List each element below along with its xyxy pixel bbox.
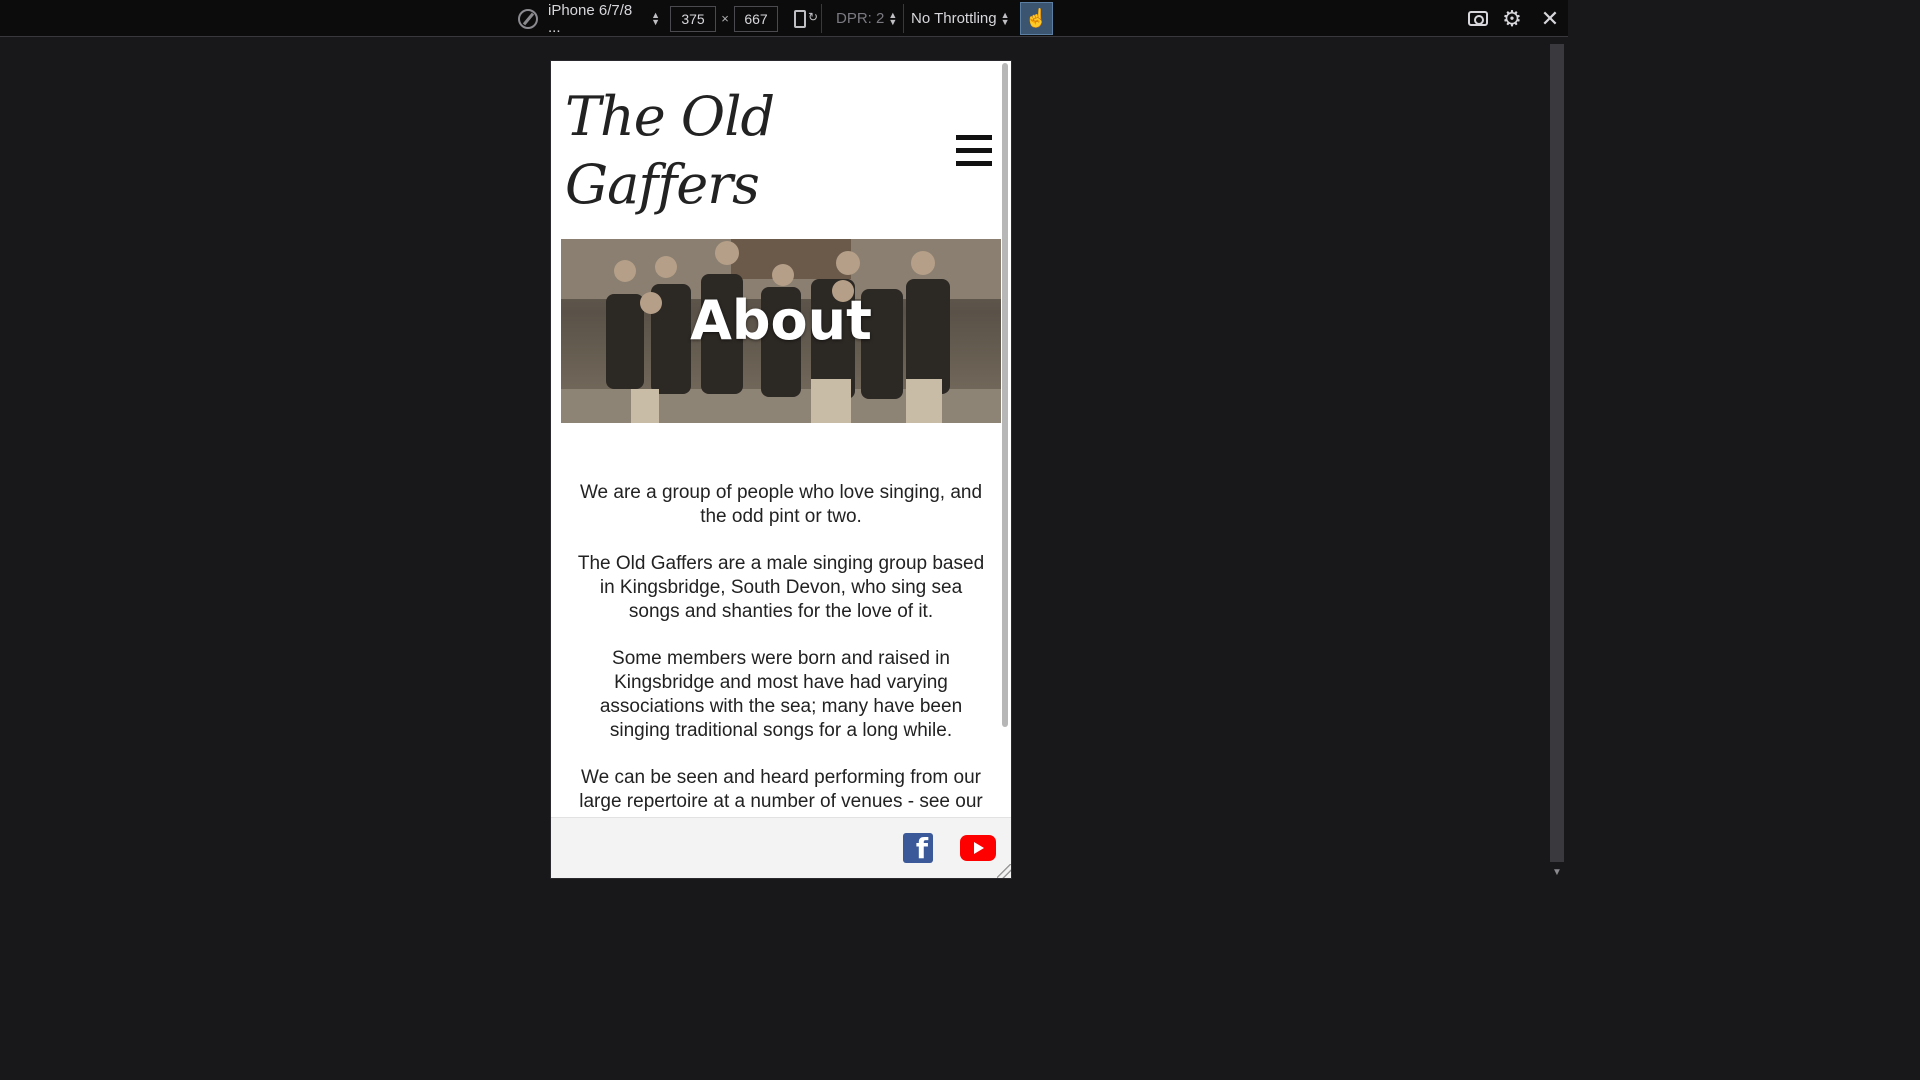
gear-icon[interactable]: ⚙ [1500, 0, 1524, 37]
outer-scrollbar[interactable]: ▼ [1548, 38, 1568, 882]
site-title-line1: The Old [565, 85, 775, 148]
device-select[interactable]: iPhone 6/7/8 ... ▲ ▼ [548, 0, 660, 37]
viewport-scrollbar[interactable] [1001, 63, 1009, 727]
close-icon[interactable]: ✕ [1538, 0, 1562, 37]
rotate-icon[interactable] [788, 0, 818, 37]
compass-icon[interactable] [518, 0, 538, 37]
site-logo-title[interactable]: The Old Gaffers [565, 83, 885, 219]
chevron-updown-icon: ▲ ▼ [1000, 9, 1010, 27]
chevron-down-icon[interactable]: ▼ [1552, 867, 1562, 878]
about-content: We are a group of people who love singin… [573, 481, 989, 837]
about-paragraph: Some members were born and raised in Kin… [599, 648, 963, 741]
youtube-icon[interactable] [960, 835, 996, 861]
viewport-scrollbar-thumb[interactable] [1002, 63, 1008, 727]
toolbar-divider [821, 4, 822, 33]
site-title-line2: Gaffers [565, 153, 760, 216]
about-paragraph: The Old Gaffers are a male singing group… [577, 553, 985, 622]
dpr-select[interactable]: DPR: 2 ▲ ▼ [836, 0, 900, 37]
width-input[interactable]: 375 [670, 6, 716, 32]
device-label: iPhone 6/7/8 ... [548, 1, 633, 36]
device-viewport: The Old Gaffers About We are a group of … [550, 60, 1012, 879]
site-footer: f [551, 817, 1011, 878]
chevron-updown-icon: ▲ ▼ [888, 9, 898, 27]
resize-handle[interactable] [997, 864, 1011, 878]
screenshot-icon[interactable] [1466, 0, 1490, 37]
devtools-toolbar: iPhone 6/7/8 ... ▲▼ 375 × 667 DPR: 2 ▲▼ … [0, 0, 1568, 37]
outer-scrollbar-thumb[interactable] [1550, 44, 1564, 862]
hero-title: About [690, 289, 872, 352]
chevron-updown-icon: ▲ ▼ [651, 9, 660, 27]
touch-simulation-button[interactable]: ☝ [1020, 2, 1053, 35]
times-separator: × [721, 11, 729, 26]
toolbar-divider [903, 4, 904, 33]
dpr-label: DPR: 2 [836, 10, 885, 27]
hamburger-menu-icon[interactable] [956, 135, 992, 167]
height-input[interactable]: 667 [734, 6, 778, 32]
throttling-select[interactable]: No Throttling ▲ ▼ [911, 0, 1015, 37]
facebook-icon[interactable]: f [903, 833, 933, 863]
touch-icon: ☝ [1025, 8, 1048, 28]
throttling-label: No Throttling [911, 10, 997, 27]
about-paragraph: We can be seen and heard performing from… [579, 767, 983, 812]
hero-banner: About [561, 239, 1001, 423]
about-paragraph: We are a group of people who love singin… [579, 482, 983, 527]
